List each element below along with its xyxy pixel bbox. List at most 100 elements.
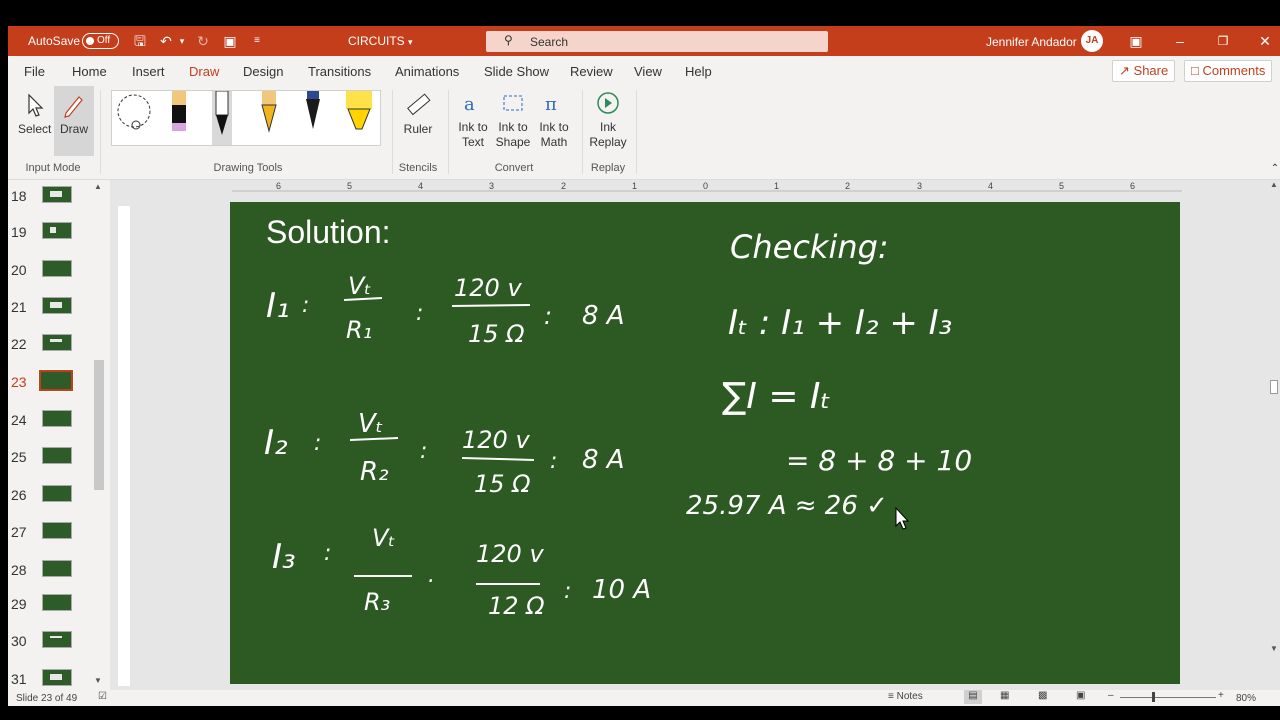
ink-checking: Checking: — [730, 228, 889, 266]
ink-replay-button[interactable]: Ink Replay — [588, 90, 628, 150]
notes-button[interactable]: ≡ Notes — [888, 691, 923, 702]
ink-to-text-button[interactable]: a Ink to Text — [454, 90, 492, 150]
stencils-label: Stencils — [398, 162, 438, 174]
tab-design[interactable]: Design — [243, 64, 283, 79]
input-mode-label: Input Mode — [25, 162, 81, 174]
tab-draw[interactable]: Draw — [189, 64, 220, 86]
slide-canvas[interactable]: Solution: I₁ : Vₜ R₁ : 120 v 15 Ω : 8 A … — [230, 202, 1180, 684]
slide-thumb — [42, 334, 72, 351]
ink-to-shape-button[interactable]: Ink to Shape — [494, 90, 532, 150]
tab-file[interactable]: File — [24, 64, 45, 79]
ruler-tick: 0 — [703, 181, 708, 191]
thumbnail-scrollbar[interactable]: ▲ ▼ — [92, 180, 106, 690]
minimize-icon[interactable]: – — [1171, 32, 1189, 50]
ink-to-math-label-1: Ink to — [539, 120, 569, 134]
search-placeholder: Search — [530, 35, 569, 49]
save-icon[interactable]: 🖫 — [131, 32, 149, 50]
pencil-icon — [261, 91, 277, 133]
thumbnail-24[interactable]: 24 — [8, 410, 98, 446]
slide-number: 21 — [11, 299, 27, 315]
restore-icon[interactable]: ❐ — [1214, 32, 1232, 50]
close-icon[interactable]: ✕ — [1256, 32, 1274, 50]
zoom-slider[interactable] — [1120, 692, 1216, 702]
scroll-down-icon[interactable]: ▼ — [1270, 644, 1278, 653]
ink-i3-result: 10 A — [592, 575, 651, 605]
thumbnail-27[interactable]: 27 — [8, 522, 98, 558]
tab-home[interactable]: Home — [72, 64, 107, 79]
present-icon[interactable]: ▣ — [221, 32, 239, 50]
thumbnail-21[interactable]: 21 — [8, 297, 98, 333]
zoom-level[interactable]: 80% — [1236, 693, 1256, 704]
scroll-thumb[interactable] — [94, 360, 104, 490]
search-box[interactable]: ⚲ Search — [486, 31, 828, 52]
replay-icon — [597, 92, 619, 114]
slide-number: 27 — [11, 524, 27, 540]
normal-view-icon[interactable]: ▤ — [964, 690, 982, 704]
zoom-slider-handle[interactable] — [1152, 692, 1155, 702]
slide-sorter-icon[interactable]: ▦ — [1000, 690, 1009, 701]
divider — [582, 90, 583, 174]
tab-review[interactable]: Review — [570, 64, 613, 79]
notes-label: Notes — [896, 691, 923, 702]
ink-to-text-icon: a — [464, 94, 475, 115]
cursor-icon — [28, 93, 44, 117]
collapse-ribbon-icon[interactable]: ⌃ — [1266, 160, 1280, 178]
share-button[interactable]: ↗ Share — [1112, 60, 1176, 82]
share-icon: ↗ — [1119, 63, 1130, 78]
title-bar: AutoSave Off 🖫 ↶ ▾ ↻ ▣ ≡ CIRCUITS ▾ ⚲ Se… — [8, 26, 1280, 56]
tab-transitions[interactable]: Transitions — [308, 64, 371, 79]
slide-thumb — [42, 260, 72, 277]
undo-dropdown-icon[interactable]: ▾ — [173, 32, 191, 50]
thumbnail-18[interactable]: 18 — [8, 186, 98, 222]
tab-view[interactable]: View — [634, 64, 662, 79]
convert-label: Convert — [494, 162, 534, 174]
ruler-button[interactable]: Ruler — [400, 92, 436, 137]
ink-to-math-button[interactable]: π Ink to Math — [534, 90, 574, 150]
ink-colon: : — [314, 431, 321, 456]
tab-help[interactable]: Help — [685, 64, 712, 79]
customize-toolbar-icon[interactable]: ≡ — [248, 32, 266, 50]
thumbnail-26[interactable]: 26 — [8, 485, 98, 521]
ruler-tick: 1 — [774, 181, 779, 191]
document-title[interactable]: CIRCUITS ▾ — [348, 34, 413, 48]
slideshow-view-icon[interactable]: ▣ — [1076, 690, 1085, 701]
scroll-down-icon[interactable]: ▼ — [94, 676, 102, 685]
thumbnail-20[interactable]: 20 — [8, 260, 98, 296]
thumbnail-28[interactable]: 28 — [8, 560, 98, 596]
thumbnail-22[interactable]: 22 — [8, 334, 98, 370]
zoom-out-icon[interactable]: – — [1108, 690, 1114, 701]
avatar[interactable]: JA — [1081, 30, 1103, 52]
lasso-select-icon — [117, 94, 151, 130]
select-button[interactable]: Select — [18, 92, 51, 137]
editor-scrollbar[interactable]: ▲ ▼ — [1270, 180, 1280, 690]
thumbnail-30[interactable]: 30 — [8, 631, 98, 667]
accessibility-icon[interactable]: ☑ — [98, 691, 107, 702]
thumbnail-19[interactable]: 19 — [8, 222, 98, 258]
comment-icon: □ — [1191, 63, 1199, 78]
ribbon-display-icon[interactable]: ▣ — [1127, 32, 1145, 50]
thumbnail-29[interactable]: 29 — [8, 594, 98, 630]
handwritten-ink: I₁ : Vₜ R₁ : 120 v 15 Ω : 8 A I₂ : Vₜ R₂… — [264, 228, 972, 620]
comments-button[interactable]: □ Comments — [1184, 60, 1273, 82]
scroll-up-icon[interactable]: ▲ — [1270, 180, 1278, 189]
ink-approx-line: 25.97 A ≈ 26 ✓ — [686, 491, 888, 521]
ink-colon: : — [324, 541, 331, 566]
tab-insert[interactable]: Insert — [132, 64, 165, 79]
reading-view-icon[interactable]: ▩ — [1038, 690, 1047, 701]
ink-i3-den: R₃ — [364, 588, 390, 616]
slide-thumb — [42, 522, 72, 539]
slide-thumb — [42, 485, 72, 502]
slide-thumb — [42, 297, 72, 314]
draw-label: Draw — [59, 122, 88, 136]
draw-button[interactable]: Draw — [54, 86, 94, 156]
tab-slide-show[interactable]: Slide Show — [484, 64, 549, 79]
ink-i1-num: Vₜ — [348, 272, 372, 300]
redo-icon[interactable]: ↻ — [194, 32, 212, 50]
zoom-in-icon[interactable]: + — [1218, 690, 1224, 701]
autosave-toggle[interactable]: Off — [82, 33, 119, 49]
thumbnail-23[interactable]: 23 — [8, 369, 98, 408]
scroll-thumb[interactable] — [1270, 380, 1278, 394]
scroll-up-icon[interactable]: ▲ — [94, 182, 102, 191]
thumbnail-25[interactable]: 25 — [8, 447, 98, 483]
tab-animations[interactable]: Animations — [395, 64, 459, 79]
